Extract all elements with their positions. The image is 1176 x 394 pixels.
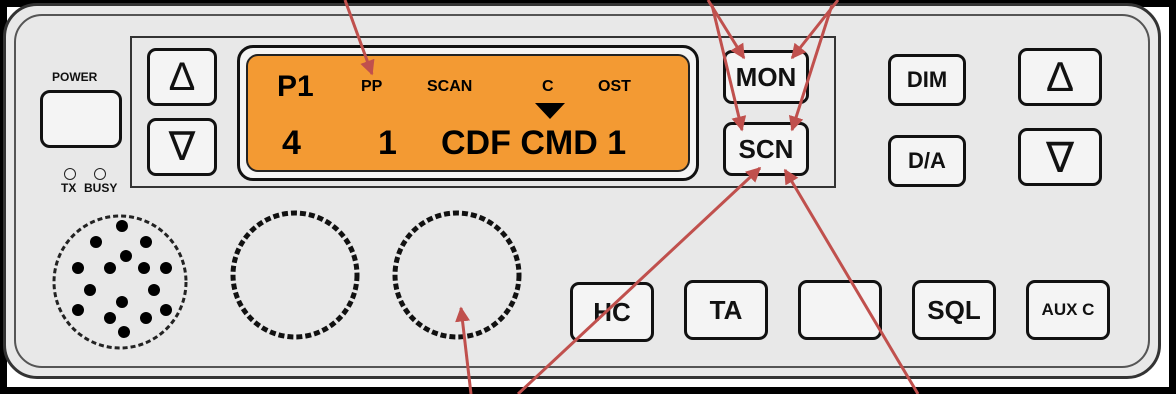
hc-button[interactable]: HC xyxy=(570,282,654,342)
speaker-grille-icon xyxy=(52,214,188,350)
lcd-zone-number: 4 xyxy=(282,124,301,162)
da-button[interactable]: D/A xyxy=(888,135,966,187)
down-triangle-icon: ∇ xyxy=(168,125,196,169)
busy-led xyxy=(94,168,106,180)
down-triangle-icon: ∇ xyxy=(1045,133,1075,181)
right-up-button[interactable]: Δ xyxy=(1018,48,1102,106)
lcd-pp-indicator: PP xyxy=(361,78,383,95)
blank-button[interactable] xyxy=(798,280,882,340)
up-triangle-icon: Δ xyxy=(1045,53,1075,100)
left-up-button[interactable]: Δ xyxy=(147,48,217,106)
lcd-zone-label: P1 xyxy=(277,70,314,103)
dim-button[interactable]: DIM xyxy=(888,54,966,106)
power-label: POWER xyxy=(52,70,98,84)
up-triangle-icon: Δ xyxy=(168,54,196,99)
lcd-c-indicator: C xyxy=(542,78,554,95)
tx-label: TX xyxy=(61,181,77,195)
lcd-channel-name: CDF CMD 1 xyxy=(441,124,627,162)
scn-button[interactable]: SCN xyxy=(723,122,809,176)
tx-led xyxy=(64,168,76,180)
lcd-ost-indicator: OST xyxy=(598,78,631,95)
busy-label: BUSY xyxy=(84,181,118,195)
lcd-pointer-triangle-icon xyxy=(535,103,565,119)
auxc-button[interactable]: AUX C xyxy=(1026,280,1110,340)
left-down-button[interactable]: ∇ xyxy=(147,118,217,176)
sql-button[interactable]: SQL xyxy=(912,280,996,340)
volume-knob[interactable] xyxy=(225,205,365,345)
mon-button[interactable]: MON xyxy=(723,50,809,104)
channel-knob[interactable] xyxy=(387,205,527,345)
lcd-channel-number: 1 xyxy=(378,124,397,162)
right-down-button[interactable]: ∇ xyxy=(1018,128,1102,186)
lcd-scan-indicator: SCAN xyxy=(427,78,473,95)
power-button[interactable] xyxy=(40,90,122,148)
ta-button[interactable]: TA xyxy=(684,280,768,340)
